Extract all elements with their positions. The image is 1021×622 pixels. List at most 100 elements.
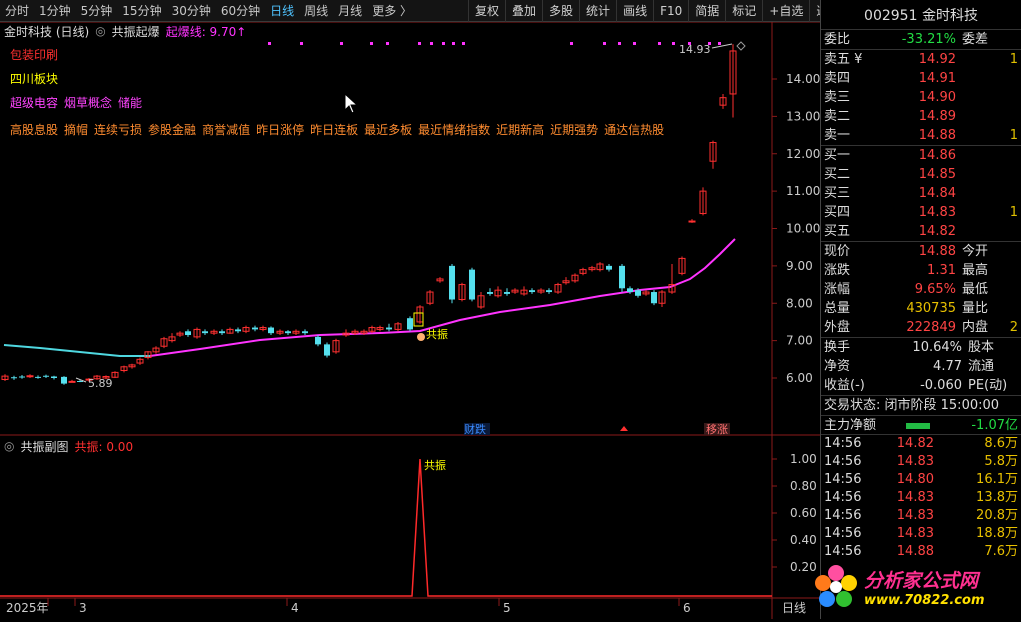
candle-body-up (26, 375, 34, 378)
concept-tag[interactable]: 最近情绪指数 (418, 123, 490, 137)
x-axis-year: 2025年 (6, 601, 49, 615)
concept-tag[interactable]: 最近多板 (364, 123, 412, 137)
high-price-label: 14.93 (679, 43, 711, 56)
tag-industry[interactable]: 包装印刷 (10, 46, 58, 63)
signal-dot (603, 42, 606, 45)
tick-list[interactable]: 14:56 14.82 8.6万 14:56 14.83 5.8万 14:56 14.80 16… (821, 434, 1021, 561)
candle-body-down (285, 331, 291, 334)
kline-chart-area[interactable]: 14.00 13.00 12.00 11.00 10.00 9.00 8.00 7.00 6.0… (0, 21, 820, 619)
signal-dot (386, 42, 389, 45)
level-volume (998, 222, 1018, 241)
toolbar-button[interactable]: 画线 (616, 0, 653, 22)
stats-block-2: 换手 10.64% 股本 净资 4.77 流通 收益(-) -0.060 PE(动) (821, 337, 1021, 395)
weibi-row: 委比 -33.21% 委差 (821, 30, 1021, 49)
circle-icon[interactable]: ◎ (95, 24, 105, 38)
period-tab[interactable]: 分时 (0, 0, 34, 22)
signal-dot (442, 42, 445, 45)
signal-dot (430, 42, 433, 45)
x-axis-period: 日线 (782, 601, 806, 615)
x-axis-month: 5 (503, 601, 511, 615)
stat-row: 总量 430735 量比 (824, 301, 989, 316)
concept-tag[interactable]: 通达信热股 (604, 123, 664, 137)
candle-body-down (302, 331, 308, 334)
gongzhen-label: 共振 (426, 327, 448, 341)
candle-body-down (619, 265, 625, 289)
period-tab[interactable]: 1分钟 (34, 0, 76, 22)
y-tick-label: 1.00 (790, 452, 817, 466)
y-tick-label: 13.00 (786, 109, 820, 123)
y-tick-label: 9.00 (786, 259, 813, 273)
toolbar-button[interactable]: 统计 (579, 0, 616, 22)
sub-chart-header: ◎ 共振副图 共振: 0.00 (4, 437, 139, 455)
concept-tag[interactable]: 昨日涨停 (256, 123, 304, 137)
tag-region[interactable]: 四川板块 (10, 70, 58, 87)
order-book-row: 卖二 14.89 (821, 107, 1021, 126)
x-axis-month: 4 (291, 601, 299, 615)
level-volume (998, 184, 1018, 203)
level-price: 14.91 (918, 71, 956, 86)
concept-tag[interactable]: 参股金融 (148, 123, 196, 137)
signal-dot (268, 42, 271, 45)
stat-row: 净资 4.77 流通 (824, 359, 995, 374)
watermark: 分析家公式网 www.70822.com (812, 558, 1017, 616)
candle-body-up (68, 380, 76, 383)
toolbar-button[interactable]: 复权 (468, 0, 505, 22)
concept-tag[interactable]: 近期新高 (496, 123, 544, 137)
level-label: 卖四 (824, 71, 851, 86)
sub-chart-title[interactable]: 共振副图 (20, 438, 68, 455)
period-tab[interactable]: 5分钟 (76, 0, 118, 22)
toolbar-button[interactable]: 简据 (688, 0, 725, 22)
candle-body-down (449, 265, 455, 300)
circle-icon[interactable]: ◎ (4, 439, 14, 453)
indicator-value: 起爆线: 9.70↑ (165, 24, 247, 39)
main-flow-row: 主力净额 -1.07亿 (821, 415, 1021, 434)
toolbar-button[interactable]: 叠加 (505, 0, 542, 22)
toolbar-button[interactable]: +自选 (762, 0, 809, 22)
order-book-row: 买四 14.83 1 (821, 203, 1021, 222)
tick-row: 14:56 14.83 5.8万 (824, 454, 1018, 469)
period-tab[interactable]: 周线 (299, 0, 333, 22)
period-tab[interactable]: 30分钟 (167, 0, 216, 22)
signal-dot (300, 42, 303, 45)
period-tab[interactable]: 月线 (333, 0, 367, 22)
toolbar-button[interactable]: 标记 (725, 0, 762, 22)
main-flow-bar (906, 423, 930, 429)
watermark-url: www.70822.com (864, 593, 985, 608)
signal-dot (370, 42, 373, 45)
concept-tag[interactable]: 昨日连板 (310, 123, 358, 137)
period-tab[interactable]: 15分钟 (117, 0, 166, 22)
y-tick-label: 12.00 (786, 147, 820, 161)
level-price: 14.90 (918, 90, 956, 105)
concept-tag[interactable]: 超级电容 (10, 96, 58, 110)
toolbar-button[interactable]: 多股 (542, 0, 579, 22)
candle-body-down (606, 265, 612, 270)
concept-tag[interactable]: 烟草概念 (64, 96, 112, 110)
concept-tag[interactable]: 高股息股 (10, 123, 58, 137)
concept-tag[interactable]: 连续亏损 (94, 123, 142, 137)
concept-tag[interactable]: 商誉减值 (202, 123, 250, 137)
period-tab[interactable]: 60分钟 (216, 0, 265, 22)
level-volume (998, 146, 1018, 165)
order-book-row: 卖三 14.90 (821, 88, 1021, 107)
level-label: 买三 (824, 186, 851, 201)
concept-tag[interactable]: 近期强势 (550, 123, 598, 137)
candle-body-down (386, 327, 392, 330)
level-label: 买四 (824, 205, 851, 220)
order-book-row: 卖四 14.91 (821, 69, 1021, 88)
y-tick-label: 7.00 (786, 334, 813, 348)
period-tab[interactable]: 日线 (265, 0, 299, 22)
concept-tag[interactable]: 储能 (118, 96, 142, 110)
level-price: 14.88 (918, 128, 956, 143)
toolbar-button[interactable]: F10 (653, 0, 688, 22)
candle-body-down (235, 329, 241, 332)
candle-body-down (529, 290, 535, 293)
concept-tag[interactable]: 摘帽 (64, 123, 88, 137)
tick-row: 14:56 14.83 18.8万 (824, 526, 1018, 541)
order-book-row: 卖一 14.88 1 (821, 126, 1021, 145)
level-volume: 1 (1009, 128, 1018, 143)
period-tab[interactable]: 更多 〉 (367, 0, 417, 22)
candle-body-down (51, 376, 57, 378)
candle-body-down (35, 376, 41, 378)
kline-chart-svg[interactable]: 14.00 13.00 12.00 11.00 10.00 9.00 8.00 7.00 6.0… (0, 21, 820, 619)
indicator-name[interactable]: 共振起爆 (112, 23, 160, 40)
